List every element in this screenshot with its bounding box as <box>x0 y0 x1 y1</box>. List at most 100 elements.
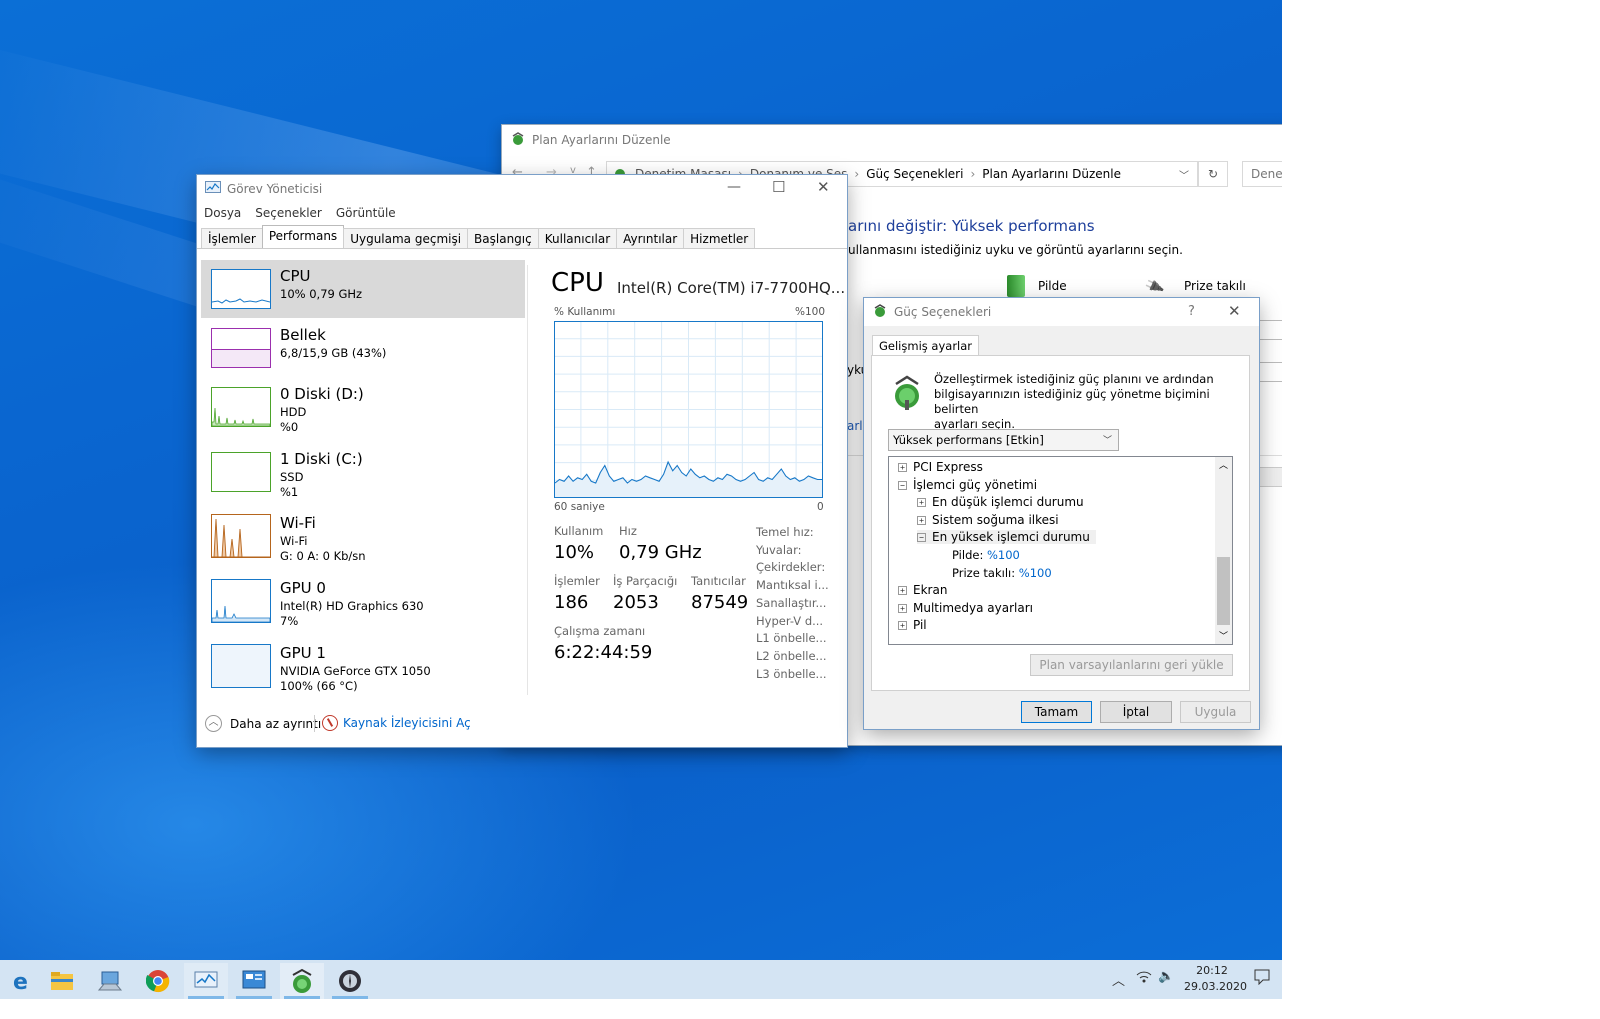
button-edge[interactable] <box>1257 467 1282 487</box>
tab-processes[interactable]: İşlemler <box>201 228 263 249</box>
resource-title: GPU 0 <box>280 579 326 597</box>
expand-icon[interactable]: + <box>898 463 907 472</box>
tree-item-processor-power[interactable]: − İşlemci güç yönetimi <box>898 478 1037 492</box>
clock-date: 29.03.2020 <box>1184 980 1247 993</box>
spec-cores: Çekirdekler: <box>756 560 826 575</box>
resource-title: 1 Diski (C:) <box>280 450 363 468</box>
refresh-button[interactable]: ↻ <box>1198 161 1228 187</box>
volume-icon[interactable]: 🔈 <box>1158 969 1174 984</box>
menu-options[interactable]: Seçenekler <box>255 206 322 220</box>
maximize-button[interactable]: ☐ <box>772 178 785 196</box>
cpu-usage-graph <box>554 321 823 498</box>
resource-item-wifi[interactable]: Wi-Fi Wi-Fi G: 0 A: 0 Kb/sn <box>201 507 525 565</box>
battery-column-label: Pilde <box>1038 279 1067 293</box>
gpu0-thumbnail <box>211 579 271 623</box>
spec-base-speed: Temel hız: <box>756 525 814 539</box>
resource-item-disk-1[interactable]: 1 Diski (C:) SSD %1 <box>201 443 525 501</box>
settings-tree[interactable]: + PCI Express − İşlemci güç yönetimi + En d… <box>888 456 1233 645</box>
collapse-icon[interactable]: − <box>917 533 926 542</box>
collapse-icon[interactable]: − <box>898 481 907 490</box>
notifications-icon[interactable] <box>1254 969 1270 988</box>
wifi-icon[interactable] <box>1136 970 1152 987</box>
graph-usage-label: % Kullanımı <box>554 306 616 318</box>
svg-text:e: e <box>13 970 28 993</box>
close-button[interactable]: ✕ <box>817 178 830 196</box>
tree-item-cooling-policy[interactable]: + Sistem soğuma ilkesi <box>917 513 1059 527</box>
resource-item-memory[interactable]: Bellek 6,8/15,9 GB (43%) <box>201 319 525 377</box>
cpu-thumbnail <box>211 269 271 309</box>
tab-performance[interactable]: Performans <box>261 225 345 249</box>
expand-icon[interactable]: + <box>898 586 907 595</box>
spec-l3: L3 önbelle... <box>756 666 827 681</box>
minimize-button[interactable]: — <box>727 179 741 195</box>
clock[interactable]: 20:12 29.03.2020 <box>1184 963 1247 995</box>
tree-item-min-processor-state[interactable]: + En düşük işlemci durumu <box>917 495 1084 509</box>
tree-item-display[interactable]: + Ekran <box>898 583 947 597</box>
expand-icon[interactable]: + <box>898 604 907 613</box>
edge-icon[interactable]: e <box>0 963 44 999</box>
task-manager-icon[interactable] <box>184 963 228 999</box>
plan-select[interactable]: Yüksek performans [Etkin] ﹀ <box>888 429 1119 451</box>
power-options-icon[interactable] <box>280 963 324 999</box>
ok-button[interactable]: Tamam <box>1021 701 1092 723</box>
handles-label: Tanıtıcılar <box>691 574 746 588</box>
cancel-button[interactable]: İptal <box>1100 701 1172 723</box>
expand-icon[interactable]: + <box>917 516 926 525</box>
resource-item-cpu[interactable]: CPU 10% 0,79 GHz <box>201 260 525 318</box>
tab-users[interactable]: Kullanıcılar <box>537 228 618 249</box>
resource-item-gpu-0[interactable]: GPU 0 Intel(R) HD Graphics 630 7% <box>201 572 525 630</box>
tree-item-max-processor-state[interactable]: − En yüksek işlemci durumu <box>917 530 1096 544</box>
menu-view[interactable]: Görüntüle <box>336 206 396 220</box>
battery-value-link[interactable]: %100 <box>987 548 1020 562</box>
file-explorer-icon[interactable] <box>40 963 84 999</box>
tree-scrollbar[interactable]: ︿ ﹀ <box>1215 457 1232 644</box>
chrome-icon[interactable] <box>136 963 180 999</box>
help-button[interactable]: ? <box>1188 304 1195 319</box>
scroll-down-icon[interactable]: ﹀ <box>1219 629 1228 642</box>
handles-value: 87549 <box>691 592 749 613</box>
tab-services[interactable]: Hizmetler <box>683 228 756 249</box>
tree-value-plugged-in[interactable]: Prize takılı: %100 <box>952 566 1052 580</box>
expand-icon[interactable]: + <box>898 621 907 630</box>
control-panel-icon[interactable] <box>232 963 276 999</box>
task-manager-window: Görev Yöneticisi — ☐ ✕ Dosya Seçenekler … <box>197 175 847 747</box>
clock-time: 20:12 <box>1196 964 1228 977</box>
graph-time-label: 60 saniye <box>554 501 605 513</box>
breadcrumb-item[interactable]: Güç Seçenekleri <box>866 167 963 181</box>
breadcrumb-item[interactable]: Plan Ayarlarını Düzenle <box>982 167 1121 181</box>
plugged-value-link[interactable]: %100 <box>1019 566 1052 580</box>
menu-file[interactable]: Dosya <box>204 206 241 220</box>
scrollbar-thumb[interactable] <box>1217 557 1230 625</box>
apply-button[interactable]: Uygula <box>1180 701 1251 723</box>
tab-advanced-settings[interactable]: Gelişmiş ayarlar <box>872 335 980 356</box>
spec-l1: L1 önbelle... <box>756 631 827 646</box>
search-input[interactable]: Denet <box>1242 161 1282 187</box>
resource-list: CPU 10% 0,79 GHz Bellek 6,8/15,9 GB (43%… <box>197 253 527 693</box>
close-button[interactable]: ✕ <box>1228 302 1241 320</box>
expand-icon[interactable]: + <box>917 498 926 507</box>
scroll-up-icon[interactable]: ︿ <box>1219 458 1228 471</box>
resource-item-gpu-1[interactable]: GPU 1 NVIDIA GeForce GTX 1050 100% (66 °… <box>201 637 525 695</box>
resource-item-disk-0[interactable]: 0 Diski (D:) HDD %0 <box>201 378 525 436</box>
plug-icon: 🔌 <box>1143 276 1166 298</box>
tree-item-multimedia[interactable]: + Multimedya ayarları <box>898 601 1033 615</box>
tab-details[interactable]: Ayrıntılar <box>616 228 685 249</box>
chevron-down-icon[interactable]: ﹀ <box>1179 167 1189 182</box>
tab-startup[interactable]: Başlangıç <box>467 228 539 249</box>
resource-title: 0 Diski (D:) <box>280 385 364 403</box>
refresh-icon: ↻ <box>1207 167 1219 181</box>
resource-monitor-link[interactable]: Kaynak İzleyicisini Aç <box>322 715 471 731</box>
processes-value: 186 <box>554 592 589 613</box>
threads-label: İş Parçacığı <box>613 574 678 588</box>
computer-icon[interactable] <box>88 963 132 999</box>
resource-subtitle: SSD <box>280 470 304 484</box>
tree-item-battery[interactable]: + Pil <box>898 618 927 632</box>
tree-item-pci-express[interactable]: + PCI Express <box>898 460 983 474</box>
app-icon[interactable] <box>328 963 372 999</box>
tab-app-history[interactable]: Uygulama geçmişi <box>343 228 469 249</box>
tree-value-on-battery[interactable]: Pilde: %100 <box>952 548 1020 562</box>
memory-thumbnail <box>211 328 271 368</box>
fewer-details-link[interactable]: ︿ Daha az ayrıntı <box>205 715 321 732</box>
chevron-up-icon[interactable]: ︿ <box>1112 970 1125 989</box>
restore-defaults-button[interactable]: Plan varsayılanlarını geri yükle <box>1030 654 1233 676</box>
